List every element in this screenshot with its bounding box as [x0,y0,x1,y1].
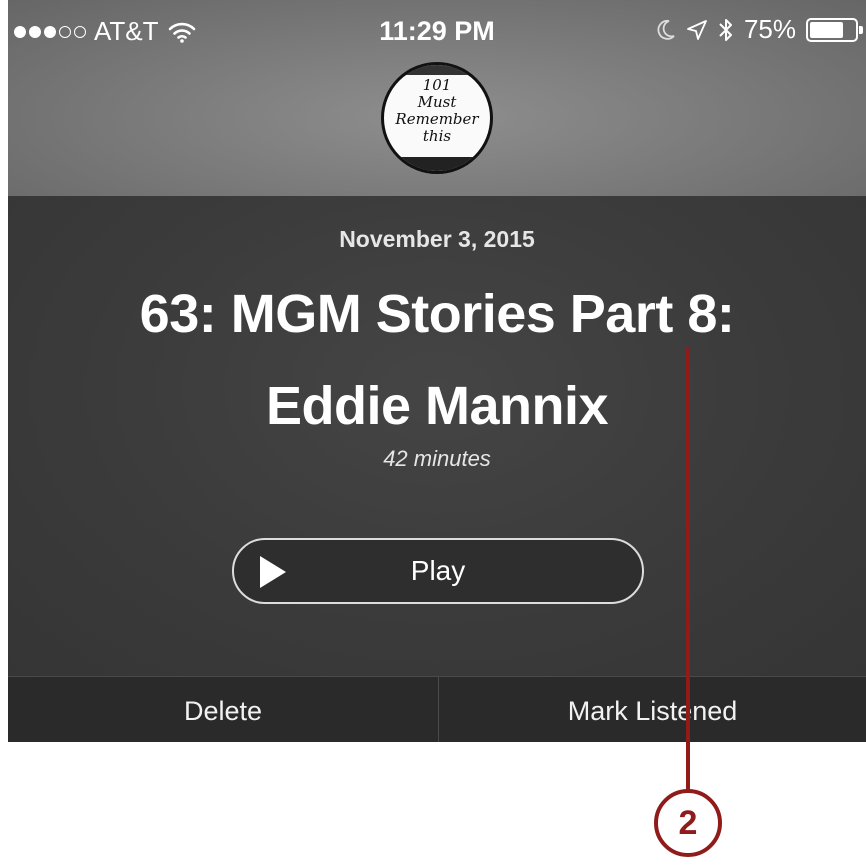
location-arrow-icon [687,19,707,40]
artwork-line: 101 [422,76,452,94]
episode-date: November 3, 2015 [339,226,535,252]
phone-screen: AT&T 11:29 PM 75% 101 Must Remember this… [8,0,866,742]
callout-line [686,348,690,791]
artwork-line: Must [417,93,457,111]
battery-nub [859,25,863,34]
artwork-line: Remember [395,110,479,128]
artwork-text: 101 Must Remember this [384,77,490,145]
battery-fill [810,21,843,38]
bluetooth-icon [719,18,732,41]
battery-icon [806,17,863,42]
status-bar: AT&T 11:29 PM 75% [8,0,866,60]
callout-number: 2 [654,789,722,857]
play-button[interactable]: Play [232,538,644,604]
artwork-band-top [384,65,490,75]
episode-panel: November 3, 2015 63: MGM Stories Part 8:… [8,196,866,676]
episode-title: 63: MGM Stories Part 8: Eddie Mannix [38,268,836,452]
status-right: 75% [656,14,863,45]
artwork-band-bottom [384,157,490,171]
podcast-artwork[interactable]: 101 Must Remember this [381,62,493,174]
episode-title-line: Eddie Mannix [265,376,609,436]
artwork-line: this [422,127,452,145]
action-bar: Delete Mark Listened [8,676,866,742]
play-button-label: Play [410,555,466,586]
mark-listened-button[interactable]: Mark Listened [439,677,866,742]
episode-duration: 42 minutes [383,446,491,471]
moon-icon [657,19,675,40]
delete-button[interactable]: Delete [8,677,438,742]
battery-percent: 75% [743,14,796,44]
episode-title-line: 63: MGM Stories Part 8: [139,284,735,344]
